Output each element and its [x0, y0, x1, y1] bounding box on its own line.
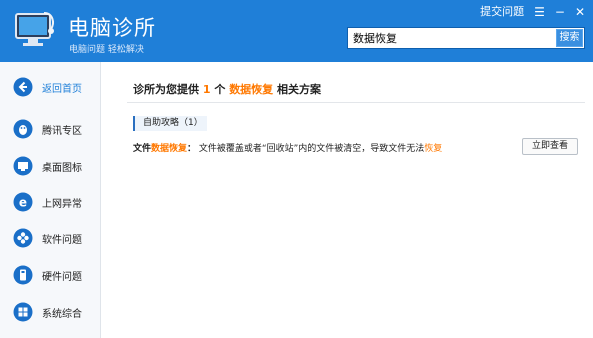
main-content: 诊所为您提供 1 个 数据恢复 相关方案 自助攻略（1） 文件数据恢复： 文件被…: [101, 62, 593, 338]
view-now-button[interactable]: 立即查看: [522, 138, 578, 155]
result-prefix: 文件: [133, 144, 152, 154]
divider: [127, 102, 585, 103]
back-arrow-icon: [13, 77, 33, 97]
sidebar-item-software[interactable]: 软件问题: [0, 220, 100, 256]
headline-suffix: 相关方案: [277, 83, 322, 96]
sidebar-item-system[interactable]: 系统综合: [0, 294, 100, 330]
sidebar-item-label: 桌面图标: [42, 162, 82, 174]
search-input[interactable]: [348, 28, 556, 48]
svg-text:e: e: [19, 196, 27, 210]
app-title: 电脑诊所: [68, 16, 156, 40]
result-keyword: 数据恢复: [151, 144, 188, 154]
section-label-text: 自助攻略（1）: [143, 118, 203, 128]
window-controls: 提交问题 ☰ − ✕: [480, 6, 585, 19]
result-headline: 诊所为您提供 1 个 数据恢复 相关方案: [133, 81, 321, 97]
hardware-icon: [13, 265, 33, 285]
sidebar-item-label: 系统综合: [42, 308, 82, 320]
windows-icon: [13, 302, 33, 322]
menu-icon[interactable]: ☰: [534, 6, 545, 18]
headline-keyword: 数据恢复: [229, 83, 274, 96]
desktop-icon: [13, 156, 33, 176]
section-label: 自助攻略（1）: [133, 116, 207, 131]
app-logo: [13, 9, 59, 51]
feedback-link[interactable]: 提交问题: [480, 6, 524, 18]
result-description: 文件被覆盖或者“回收站”内的文件被清空，导致文件无法: [198, 144, 425, 154]
sidebar: 返回首页 腾讯专区 桌面图标 e 上网异常 软件问题 硬件问题 系统综合: [0, 62, 101, 338]
minimize-icon[interactable]: −: [555, 6, 565, 18]
list-item: 文件数据恢复： 文件被覆盖或者“回收站”内的文件被清空，导致文件无法恢复: [133, 141, 442, 154]
sidebar-item-tencent[interactable]: 腾讯专区: [0, 111, 100, 147]
sidebar-item-label: 硬件问题: [42, 271, 82, 283]
search-button[interactable]: 搜索: [556, 29, 583, 47]
result-end-keyword: 恢复: [424, 144, 443, 154]
search-box: 搜索: [347, 27, 585, 49]
sidebar-item-home[interactable]: 返回首页: [0, 69, 100, 105]
sidebar-item-label: 上网异常: [42, 198, 82, 210]
internet-explorer-icon: e: [13, 192, 33, 212]
sidebar-item-internet[interactable]: e 上网异常: [0, 184, 100, 220]
headline-prefix: 诊所为您提供: [133, 83, 199, 96]
sidebar-item-desktop[interactable]: 桌面图标: [0, 148, 100, 184]
result-count: 1: [202, 83, 211, 96]
headline-mid: 个: [214, 83, 226, 96]
app-header: 电脑诊所 电脑问题 轻松解决 提交问题 ☰ − ✕ 搜索: [0, 0, 593, 62]
sidebar-item-label: 腾讯专区: [42, 125, 82, 137]
sidebar-item-label: 软件问题: [42, 234, 82, 246]
software-icon: [13, 228, 33, 248]
result-colon: ：: [187, 144, 197, 154]
qq-penguin-icon: [13, 119, 33, 139]
sidebar-item-label: 返回首页: [42, 83, 82, 95]
app-subtitle: 电脑问题 轻松解决: [69, 45, 144, 55]
sidebar-item-hardware[interactable]: 硬件问题: [0, 257, 100, 293]
close-icon[interactable]: ✕: [575, 6, 585, 18]
